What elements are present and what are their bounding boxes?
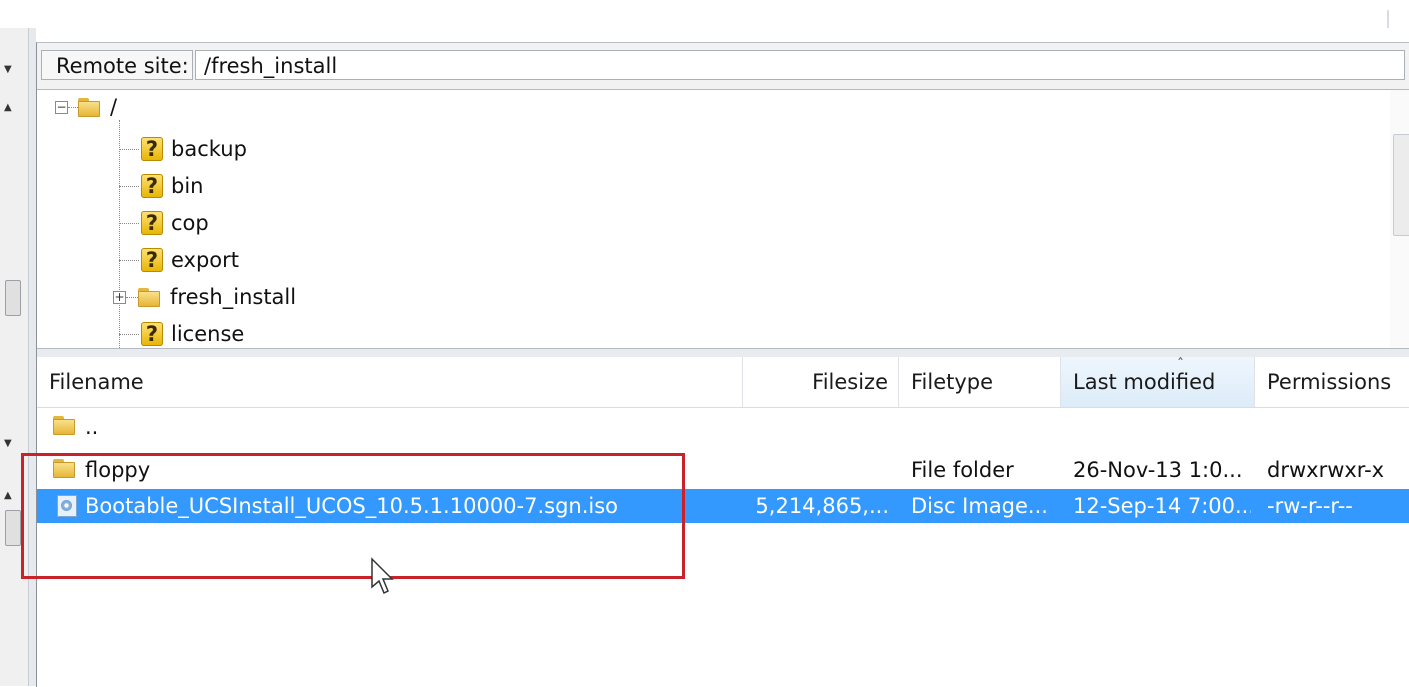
file-permissions: drwxrwxr-x xyxy=(1267,458,1385,482)
collapse-icon[interactable]: − xyxy=(55,100,68,114)
local-tree-scrollbar-thumb[interactable] xyxy=(5,280,21,316)
tree-root[interactable]: − / xyxy=(55,90,117,124)
file-type: Disc Image... xyxy=(911,494,1048,518)
disc-image-icon xyxy=(57,495,77,517)
tree-item-license[interactable]: ? license xyxy=(141,317,244,351)
tree-item-label: bin xyxy=(171,174,204,198)
column-last-modified[interactable]: Last modified xyxy=(1061,357,1255,407)
tree-item-label: cop xyxy=(171,211,209,235)
local-list-scrollbar-thumb[interactable] xyxy=(5,510,21,546)
local-pane-edge: ▼ ▲ ▼ ▲ xyxy=(0,28,29,686)
remote-site-label: Remote site: xyxy=(41,50,193,80)
file-name: floppy xyxy=(85,458,151,482)
remote-file-list: Filename Filesize Filetype Last modified… xyxy=(37,357,1409,687)
remote-site-bar: Remote site: /fresh_install xyxy=(37,43,1409,90)
file-permissions: -rw-r--r-- xyxy=(1267,494,1353,518)
scroll-up-icon[interactable]: ▲ xyxy=(4,102,12,113)
folder-icon xyxy=(53,457,77,479)
column-permissions[interactable]: Permissions xyxy=(1255,357,1409,407)
tree-connector xyxy=(126,296,138,298)
remote-directory-tree: − / ? backup ? bin ? cop ? export + fres… xyxy=(37,90,1409,351)
tree-item-label: export xyxy=(171,248,240,272)
file-modified: 26-Nov-13 1:0... xyxy=(1073,458,1243,482)
folder-icon xyxy=(138,286,162,308)
scroll-down-icon[interactable]: ▼ xyxy=(4,438,12,449)
file-list-header: Filename Filesize Filetype Last modified… xyxy=(37,357,1409,408)
column-filename[interactable]: Filename xyxy=(37,357,743,407)
remote-site-panel: Remote site: /fresh_install − / ? backup… xyxy=(36,42,1409,687)
column-filetype[interactable]: Filetype xyxy=(899,357,1061,407)
tree-scrollbar-thumb[interactable] xyxy=(1393,134,1409,236)
unknown-question-icon: ? xyxy=(141,211,163,235)
tree-item-label: backup xyxy=(171,137,247,161)
tree-connector xyxy=(119,223,139,224)
folder-icon xyxy=(78,96,102,118)
file-row-floppy[interactable]: floppy File folder 26-Nov-13 1:0... drwx… xyxy=(37,453,1409,487)
expand-icon[interactable]: + xyxy=(113,290,126,304)
tree-connector xyxy=(119,186,139,187)
tree-item-export[interactable]: ? export xyxy=(141,243,239,277)
tree-item-bin[interactable]: ? bin xyxy=(141,169,203,203)
tree-scrollbar[interactable] xyxy=(1390,90,1409,348)
tree-item-label: license xyxy=(171,322,245,346)
tree-connector xyxy=(119,260,139,261)
tree-connector xyxy=(119,149,139,150)
dropdown-arrow-icon[interactable]: ▼ xyxy=(4,64,12,75)
file-type: File folder xyxy=(911,458,1014,482)
file-modified: 12-Sep-14 7:00... xyxy=(1073,494,1251,518)
file-row-bootable-iso[interactable]: Bootable_UCSInstall_UCOS_10.5.1.10000-7.… xyxy=(37,489,1409,523)
unknown-question-icon: ? xyxy=(141,248,163,272)
mouse-pointer-icon xyxy=(371,557,394,595)
unknown-question-icon: ? xyxy=(141,137,163,161)
tree-item-backup[interactable]: ? backup xyxy=(141,132,247,166)
unknown-question-icon: ? xyxy=(141,322,163,346)
tree-item-cop[interactable]: ? cop xyxy=(141,206,209,240)
sort-ascending-icon: ˆ xyxy=(1177,357,1184,373)
pane-splitter[interactable] xyxy=(29,28,36,686)
tree-connector xyxy=(119,120,120,350)
tree-connector xyxy=(119,334,139,335)
remote-path-input[interactable]: /fresh_install xyxy=(195,50,1405,80)
file-size: 5,214,865,... xyxy=(755,494,889,518)
tree-connector xyxy=(68,106,78,108)
folder-icon xyxy=(53,414,77,436)
file-name: .. xyxy=(85,415,99,439)
top-band xyxy=(0,0,1409,28)
column-filesize[interactable]: Filesize xyxy=(743,357,899,407)
divider xyxy=(1387,10,1389,28)
file-name: Bootable_UCSInstall_UCOS_10.5.1.10000-7.… xyxy=(85,494,619,518)
file-row-parent[interactable]: .. xyxy=(37,410,1409,444)
tree-item-label: fresh_install xyxy=(170,285,297,309)
tree-item-fresh-install[interactable]: + fresh_install xyxy=(113,280,296,314)
unknown-question-icon: ? xyxy=(141,174,163,198)
scroll-up-icon[interactable]: ▲ xyxy=(4,490,12,501)
tree-root-label: / xyxy=(110,95,118,119)
